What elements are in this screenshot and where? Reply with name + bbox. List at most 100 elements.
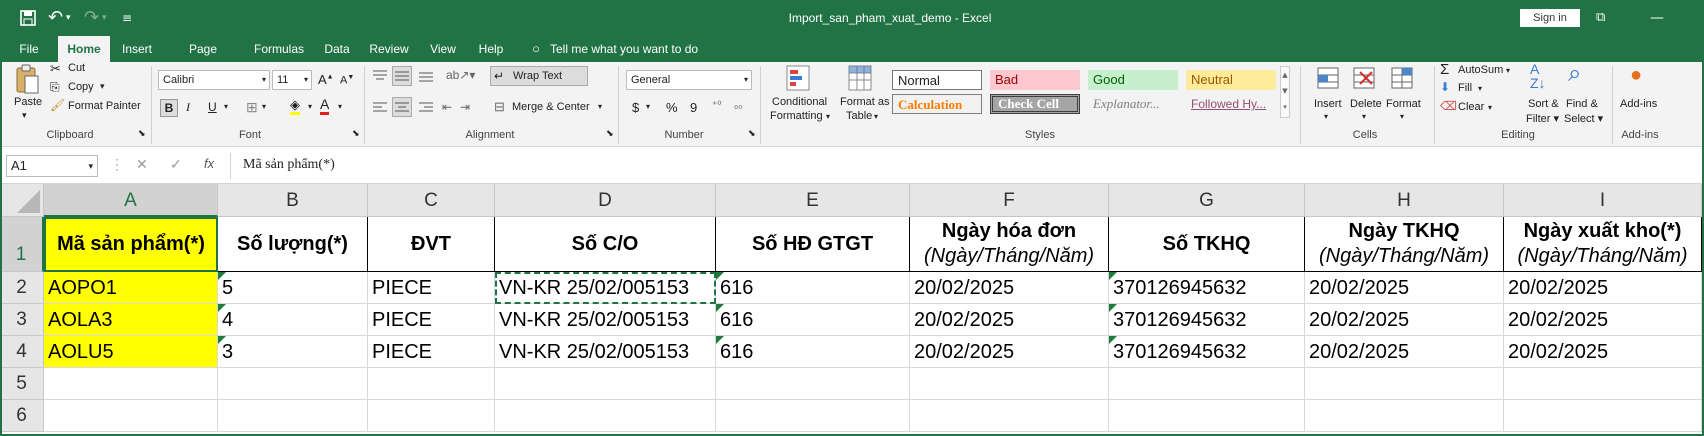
cell-a3[interactable]: AOLA3: [44, 304, 218, 336]
insert-dropdown-icon[interactable]: ▾: [1324, 112, 1328, 121]
copy-button[interactable]: Copy: [68, 81, 94, 93]
cell-a6[interactable]: [44, 400, 218, 432]
paste-button[interactable]: Paste: [14, 96, 42, 108]
column-header-i[interactable]: I: [1504, 184, 1702, 217]
cell-d2[interactable]: VN-KR 25/02/005153: [495, 272, 716, 304]
column-header-c[interactable]: C: [368, 184, 495, 217]
cell-e4[interactable]: 616: [716, 336, 910, 368]
styles-scroll[interactable]: ▲ ▼ ▾: [1280, 66, 1290, 118]
minimize-icon[interactable]: —: [1650, 0, 1664, 36]
tab-file[interactable]: File: [14, 36, 44, 62]
decrease-font-icon[interactable]: A▼: [340, 74, 354, 87]
style-calculation[interactable]: Calculation: [892, 94, 982, 114]
redo-icon[interactable]: ↷: [84, 0, 99, 36]
tab-insert[interactable]: Insert: [118, 36, 156, 62]
borders-icon[interactable]: ⊞: [246, 99, 258, 116]
number-launcher-icon[interactable]: ⬊: [748, 128, 756, 139]
cell-f2[interactable]: 20/02/2025: [910, 272, 1109, 304]
copy-dropdown-icon[interactable]: ▾: [100, 81, 105, 92]
row-header-6[interactable]: 6: [0, 400, 44, 432]
customize-qat-icon[interactable]: ≡: [122, 0, 132, 36]
cell-f6[interactable]: [910, 400, 1109, 432]
cell-b3[interactable]: 4: [218, 304, 368, 336]
align-top-icon[interactable]: [372, 68, 388, 84]
cell-c2[interactable]: PIECE: [368, 272, 495, 304]
cut-button[interactable]: Cut: [68, 62, 85, 74]
delete-cells-button[interactable]: Delete: [1350, 98, 1382, 110]
underline-dropdown-icon[interactable]: ▾: [224, 102, 228, 111]
cell-c6[interactable]: [368, 400, 495, 432]
undo-dropdown-icon[interactable]: ▾: [66, 0, 71, 36]
cell-b5[interactable]: [218, 368, 368, 400]
cell-c3[interactable]: PIECE: [368, 304, 495, 336]
tab-data[interactable]: Data: [322, 36, 352, 62]
cell-i3[interactable]: 20/02/2025: [1504, 304, 1702, 336]
format-painter-button[interactable]: Format Painter: [68, 100, 141, 112]
style-good[interactable]: Good: [1088, 70, 1178, 90]
tab-formulas[interactable]: Formulas: [254, 36, 304, 62]
conditional-formatting-label2[interactable]: Formatting: [770, 110, 823, 122]
cell-i4[interactable]: 20/02/2025: [1504, 336, 1702, 368]
cell-f5[interactable]: [910, 368, 1109, 400]
cell-g6[interactable]: [1109, 400, 1305, 432]
style-check-cell[interactable]: Check Cell: [990, 94, 1080, 114]
cell-g1[interactable]: Số TKHQ: [1109, 217, 1305, 272]
font-color-dropdown-icon[interactable]: ▾: [338, 102, 342, 111]
row-header-3[interactable]: 3: [0, 304, 44, 336]
tab-view[interactable]: View: [428, 36, 458, 62]
fill-color-icon[interactable]: ◈: [290, 98, 300, 115]
cell-h3[interactable]: 20/02/2025: [1305, 304, 1504, 336]
sort-filter-label2[interactable]: Filter ▾: [1526, 112, 1559, 125]
insert-cells-button[interactable]: Insert: [1314, 98, 1342, 110]
tab-help[interactable]: Help: [476, 36, 506, 62]
format-as-table-label2[interactable]: Table: [846, 110, 872, 122]
cell-c5[interactable]: [368, 368, 495, 400]
column-header-e[interactable]: E: [716, 184, 910, 217]
decrease-indent-icon[interactable]: ⇤: [442, 100, 452, 114]
cell-g5[interactable]: [1109, 368, 1305, 400]
ribbon-display-icon[interactable]: ⧉: [1596, 0, 1605, 36]
cell-e6[interactable]: [716, 400, 910, 432]
cell-b6[interactable]: [218, 400, 368, 432]
align-right-icon[interactable]: [418, 100, 434, 116]
clear-dropdown-icon[interactable]: ▾: [1488, 103, 1492, 112]
alignment-launcher-icon[interactable]: ⬊: [606, 128, 614, 139]
cell-f4[interactable]: 20/02/2025: [910, 336, 1109, 368]
align-middle-icon[interactable]: [392, 66, 412, 86]
find-select-button[interactable]: Find &: [1566, 98, 1598, 110]
insert-function-icon[interactable]: fx: [204, 156, 214, 171]
merge-dropdown-icon[interactable]: ▾: [598, 102, 602, 111]
save-icon[interactable]: [20, 0, 36, 36]
column-header-g[interactable]: G: [1109, 184, 1305, 217]
find-select-label2[interactable]: Select ▾: [1564, 112, 1603, 125]
bold-button[interactable]: B: [160, 99, 178, 117]
cell-a2[interactable]: AOPO1: [44, 272, 218, 304]
increase-indent-icon[interactable]: ⇥: [460, 100, 470, 114]
cell-h4[interactable]: 20/02/2025: [1305, 336, 1504, 368]
cell-h2[interactable]: 20/02/2025: [1305, 272, 1504, 304]
sort-filter-button[interactable]: Sort &: [1528, 98, 1559, 110]
borders-dropdown-icon[interactable]: ▾: [262, 102, 266, 111]
cell-b4[interactable]: 3: [218, 336, 368, 368]
formula-input[interactable]: Mã sản phẩm(*): [230, 153, 1700, 179]
cell-b1[interactable]: Số lượng(*): [218, 217, 368, 272]
cell-e5[interactable]: [716, 368, 910, 400]
column-header-h[interactable]: H: [1305, 184, 1504, 217]
increase-font-icon[interactable]: A▲: [318, 72, 334, 87]
cell-i1[interactable]: Ngày xuất kho(*) (Ngày/Tháng/Năm): [1504, 217, 1702, 272]
style-followed-hyperlink[interactable]: Followed Hy...: [1186, 94, 1276, 114]
align-bottom-icon[interactable]: [418, 68, 434, 84]
fill-color-dropdown-icon[interactable]: ▾: [308, 102, 312, 111]
cell-h5[interactable]: [1305, 368, 1504, 400]
format-cells-button[interactable]: Format: [1386, 98, 1421, 110]
conditional-dropdown-icon[interactable]: ▾: [826, 112, 830, 121]
style-neutral[interactable]: Neutral: [1186, 70, 1276, 90]
number-format-select[interactable]: General ▾: [626, 70, 752, 90]
fill-button[interactable]: Fill: [1458, 82, 1472, 94]
column-header-d[interactable]: D: [495, 184, 716, 217]
font-color-icon[interactable]: A: [320, 97, 330, 115]
wrap-text-button[interactable]: ↵ Wrap Text: [490, 66, 588, 86]
clipboard-launcher-icon[interactable]: ⬊: [138, 128, 146, 139]
comma-button[interactable]: 9: [690, 100, 697, 115]
align-center-icon[interactable]: [392, 97, 412, 117]
